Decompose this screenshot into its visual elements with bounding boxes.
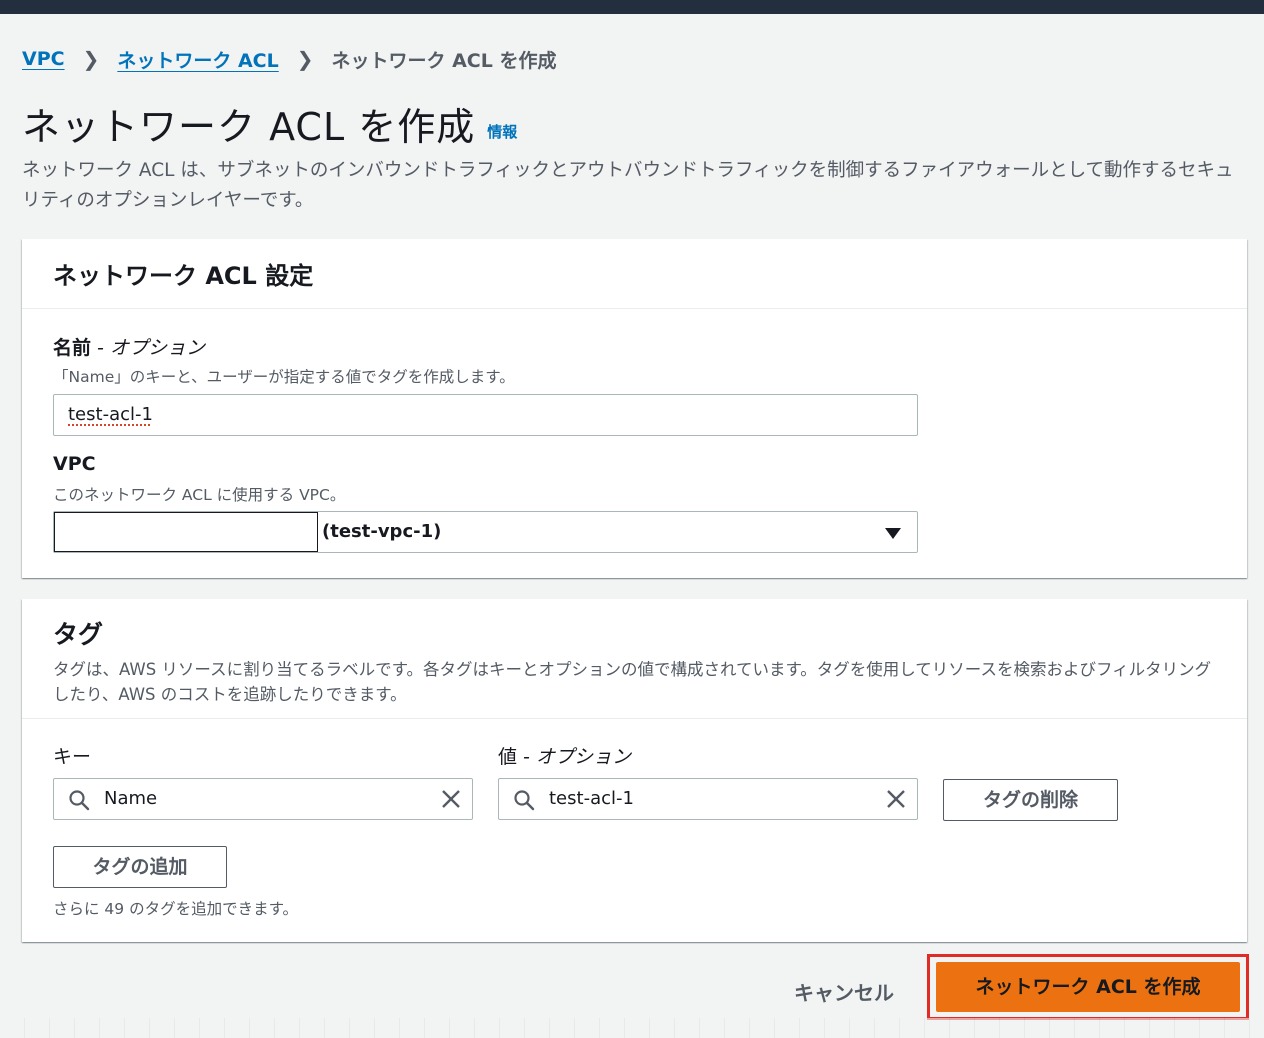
name-input-value: test-acl-1: [68, 404, 153, 425]
page-title: ネットワーク ACL を作成 情報: [22, 96, 517, 151]
name-field-description: 「Name」のキーと、ユーザーが指定する値でタグを作成します。: [53, 368, 515, 386]
tag-value-input[interactable]: test-acl-1: [498, 778, 918, 820]
remove-tag-button[interactable]: タグの削除: [943, 779, 1118, 821]
name-label-text: 名前: [53, 337, 92, 359]
add-tag-button[interactable]: タグの追加: [53, 846, 227, 888]
name-field-label: 名前 - オプション: [53, 333, 205, 360]
tags-panel: タグ タグは、AWS リソースに割り当てるラベルです。各タグはキーとオプションの…: [22, 599, 1247, 942]
vpc-select-value: (test-vpc-1): [322, 521, 442, 542]
remaining-tags-note: さらに 49 のタグを追加できます。: [53, 900, 299, 918]
tags-panel-header: タグ タグは、AWS リソースに割り当てるラベルです。各タグはキーとオプションの…: [22, 599, 1247, 719]
tag-key-value: Name: [104, 788, 158, 809]
tag-key-input[interactable]: Name: [53, 778, 473, 820]
close-icon[interactable]: [440, 788, 462, 810]
page-title-text: ネットワーク ACL を作成: [22, 105, 476, 149]
tag-value-label-text: 値: [498, 746, 518, 768]
settings-panel-header: ネットワーク ACL 設定: [22, 239, 1247, 309]
search-icon: [514, 790, 535, 811]
chevron-right-icon: ❯: [82, 47, 100, 71]
vpc-select[interactable]: (test-vpc-1): [53, 511, 918, 553]
breadcrumb-vpc-link[interactable]: VPC: [22, 48, 65, 70]
tag-value-value: test-acl-1: [549, 788, 634, 809]
bottom-strip: [0, 1018, 1264, 1038]
tag-key-label: キー: [53, 746, 92, 768]
search-icon: [69, 790, 90, 811]
cancel-button[interactable]: キャンセル: [780, 977, 908, 1006]
vpc-field-description: このネットワーク ACL に使用する VPC。: [53, 486, 346, 504]
tag-value-label-optional: - オプション: [517, 746, 631, 768]
tags-panel-description: タグは、AWS リソースに割り当てるラベルです。各タグはキーとオプションの値で構…: [53, 660, 1212, 704]
page-description: ネットワーク ACL は、サブネットのインバウンドトラフィックとアウトバウンドト…: [22, 160, 1234, 211]
name-input[interactable]: test-acl-1: [53, 394, 918, 436]
settings-panel-title: ネットワーク ACL 設定: [53, 262, 314, 290]
network-acl-settings-panel: ネットワーク ACL 設定 名前 - オプション 「Name」のキーと、ユーザー…: [22, 239, 1247, 578]
redacted-vpc-id: [54, 512, 318, 552]
breadcrumb-network-acl-link[interactable]: ネットワーク ACL: [117, 46, 278, 73]
info-link[interactable]: 情報: [487, 123, 517, 141]
breadcrumb: VPC ❯ ネットワーク ACL ❯ ネットワーク ACL を作成: [22, 46, 556, 72]
close-icon[interactable]: [885, 788, 907, 810]
top-navigation-bar: [0, 0, 1264, 14]
breadcrumb-current: ネットワーク ACL を作成: [331, 49, 557, 72]
name-label-optional: - オプション: [91, 337, 205, 359]
vpc-field-label: VPC: [53, 453, 96, 475]
tags-panel-title: タグ: [53, 620, 104, 649]
create-network-acl-button[interactable]: ネットワーク ACL を作成: [936, 962, 1240, 1012]
tag-value-label: 値 - オプション: [498, 742, 631, 769]
chevron-right-icon: ❯: [296, 47, 314, 71]
caret-down-icon: [885, 528, 901, 539]
